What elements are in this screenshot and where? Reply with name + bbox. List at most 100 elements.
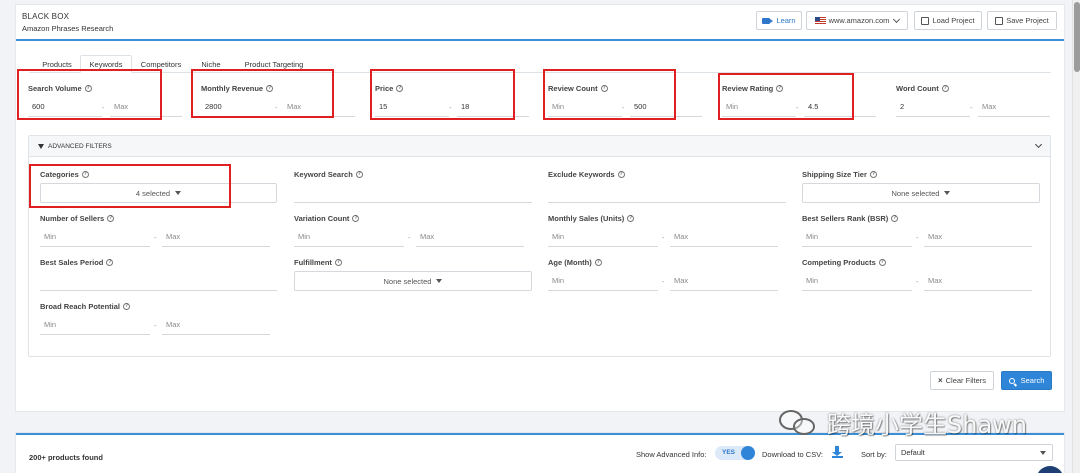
- broad-reach-potential-min[interactable]: Min: [40, 315, 150, 335]
- download-icon[interactable]: [832, 446, 843, 458]
- help-icon[interactable]: ?: [617, 171, 625, 178]
- age-month-max[interactable]: Max: [670, 271, 778, 291]
- number-of-sellers-max[interactable]: Max: [162, 227, 270, 247]
- caret-down-icon: [1040, 451, 1046, 455]
- keyword-search-input[interactable]: [294, 183, 532, 203]
- advanced-filters-title-text: ADVANCED FILTERS: [48, 143, 112, 150]
- highlight-box: [543, 69, 676, 120]
- range-dash: -: [154, 321, 157, 330]
- help-icon[interactable]: ?: [334, 259, 342, 266]
- advanced-info-toggle[interactable]: YES: [715, 446, 755, 460]
- video-camera-icon: [762, 17, 774, 24]
- marketplace-value: www.amazon.com: [828, 16, 890, 25]
- learn-button[interactable]: Learn: [756, 11, 802, 30]
- help-icon[interactable]: ?: [123, 303, 131, 310]
- best-sales-period-label: Best Sales Period?: [40, 258, 114, 267]
- search-button[interactable]: Search: [1001, 371, 1052, 390]
- range-dash: -: [970, 103, 973, 112]
- sort-by-select[interactable]: Default: [895, 444, 1053, 461]
- range-dash: -: [154, 233, 157, 242]
- number-of-sellers-label: Number of Sellers?: [40, 214, 115, 223]
- monthly-sales-min[interactable]: Min: [548, 227, 658, 247]
- marketplace-select[interactable]: www.amazon.com: [806, 11, 908, 30]
- range-dash: -: [916, 233, 919, 242]
- header-divider: [16, 39, 1064, 41]
- help-icon[interactable]: ?: [594, 259, 602, 266]
- help-icon[interactable]: ?: [869, 171, 877, 178]
- help-icon[interactable]: ?: [355, 171, 363, 178]
- download-csv-label: Download to CSV:: [762, 450, 824, 459]
- age-month-label-text: Age (Month): [548, 258, 592, 267]
- help-icon[interactable]: ?: [107, 215, 115, 222]
- help-icon[interactable]: ?: [941, 85, 949, 92]
- sort-by-value: Default: [901, 448, 925, 457]
- help-icon[interactable]: ?: [891, 215, 899, 222]
- best-sellers-rank-max[interactable]: Max: [924, 227, 1032, 247]
- help-icon[interactable]: ?: [878, 259, 886, 266]
- range-dash: -: [662, 233, 665, 242]
- help-icon[interactable]: ?: [352, 215, 360, 222]
- toggle-knob: [741, 446, 755, 460]
- broad-reach-potential-max[interactable]: Max: [162, 315, 270, 335]
- range-dash: -: [662, 277, 665, 286]
- caret-down-icon: [436, 279, 443, 283]
- exclude-keywords-label-text: Exclude Keywords: [548, 170, 615, 179]
- variation-count-min[interactable]: Min: [294, 227, 404, 247]
- broad-reach-potential-label-text: Broad Reach Potential: [40, 302, 121, 311]
- scrollbar-thumb[interactable]: [1074, 2, 1080, 72]
- highlight-box: [29, 164, 231, 208]
- chevron-down-icon[interactable]: [1034, 140, 1043, 149]
- competing-products-label: Competing Products?: [802, 258, 886, 267]
- advanced-filters-panel: ADVANCED FILTERS Categories? 4 selected …: [28, 135, 1051, 357]
- close-icon: ×: [937, 376, 943, 385]
- shipping-size-tier-value: None selected: [891, 188, 940, 198]
- variation-count-max[interactable]: Max: [416, 227, 524, 247]
- highlight-box: [718, 73, 854, 120]
- fulfillment-label-text: Fulfillment: [294, 258, 332, 267]
- brand-block: BLACK BOX Amazon Phrases Research: [22, 12, 113, 33]
- brand-name: BLACK BOX: [22, 12, 70, 21]
- keyword-search-label-text: Keyword Search: [294, 170, 353, 179]
- monthly-sales-max[interactable]: Max: [670, 227, 778, 247]
- clear-filters-button[interactable]: × Clear Filters: [930, 371, 994, 390]
- exclude-keywords-input[interactable]: [548, 183, 786, 203]
- age-month-label: Age (Month)?: [548, 258, 602, 267]
- clear-filters-label: Clear Filters: [945, 376, 987, 385]
- highlight-box: [191, 69, 334, 118]
- competing-products-max[interactable]: Max: [924, 271, 1032, 291]
- shipping-size-tier-label: Shipping Size Tier?: [802, 170, 877, 179]
- load-project-button[interactable]: Load Project: [914, 11, 982, 30]
- help-icon[interactable]: ?: [106, 259, 114, 266]
- save-project-button[interactable]: Save Project: [987, 11, 1057, 30]
- shipping-size-tier-label-text: Shipping Size Tier: [802, 170, 867, 179]
- number-of-sellers-label-text: Number of Sellers: [40, 214, 105, 223]
- us-flag-icon: [814, 17, 826, 24]
- word-count-max[interactable]: Max: [978, 97, 1050, 117]
- word-count-min[interactable]: 2: [896, 97, 970, 117]
- fulfillment-select[interactable]: None selected: [294, 271, 532, 291]
- best-sellers-rank-label-text: Best Sellers Rank (BSR): [802, 214, 889, 223]
- filter-icon: [38, 144, 44, 149]
- number-of-sellers-min[interactable]: Min: [40, 227, 150, 247]
- load-icon: [921, 16, 930, 25]
- advanced-filters-header[interactable]: ADVANCED FILTERS: [29, 136, 1050, 157]
- fulfillment-label: Fulfillment?: [294, 258, 342, 267]
- help-icon[interactable]: ?: [627, 215, 635, 222]
- competing-products-min[interactable]: Min: [802, 271, 912, 291]
- toggle-state: YES: [722, 449, 736, 456]
- highlight-box: [17, 69, 162, 120]
- sort-by-label: Sort by:: [861, 450, 887, 459]
- broad-reach-potential-label: Broad Reach Potential?: [40, 302, 131, 311]
- variation-count-label: Variation Count?: [294, 214, 360, 223]
- search-icon: [1008, 377, 1015, 384]
- age-month-min[interactable]: Min: [548, 271, 658, 291]
- range-dash: -: [916, 277, 919, 286]
- page-scrollbar[interactable]: [1072, 0, 1080, 473]
- best-sales-period-input[interactable]: [40, 271, 277, 291]
- word-count-label: Word Count?: [896, 84, 949, 93]
- best-sellers-rank-min[interactable]: Min: [802, 227, 912, 247]
- shipping-size-tier-select[interactable]: None selected: [802, 183, 1040, 203]
- best-sales-period-label-text: Best Sales Period: [40, 258, 104, 267]
- results-count: 200+ products found: [29, 453, 103, 462]
- keyword-search-label: Keyword Search?: [294, 170, 363, 179]
